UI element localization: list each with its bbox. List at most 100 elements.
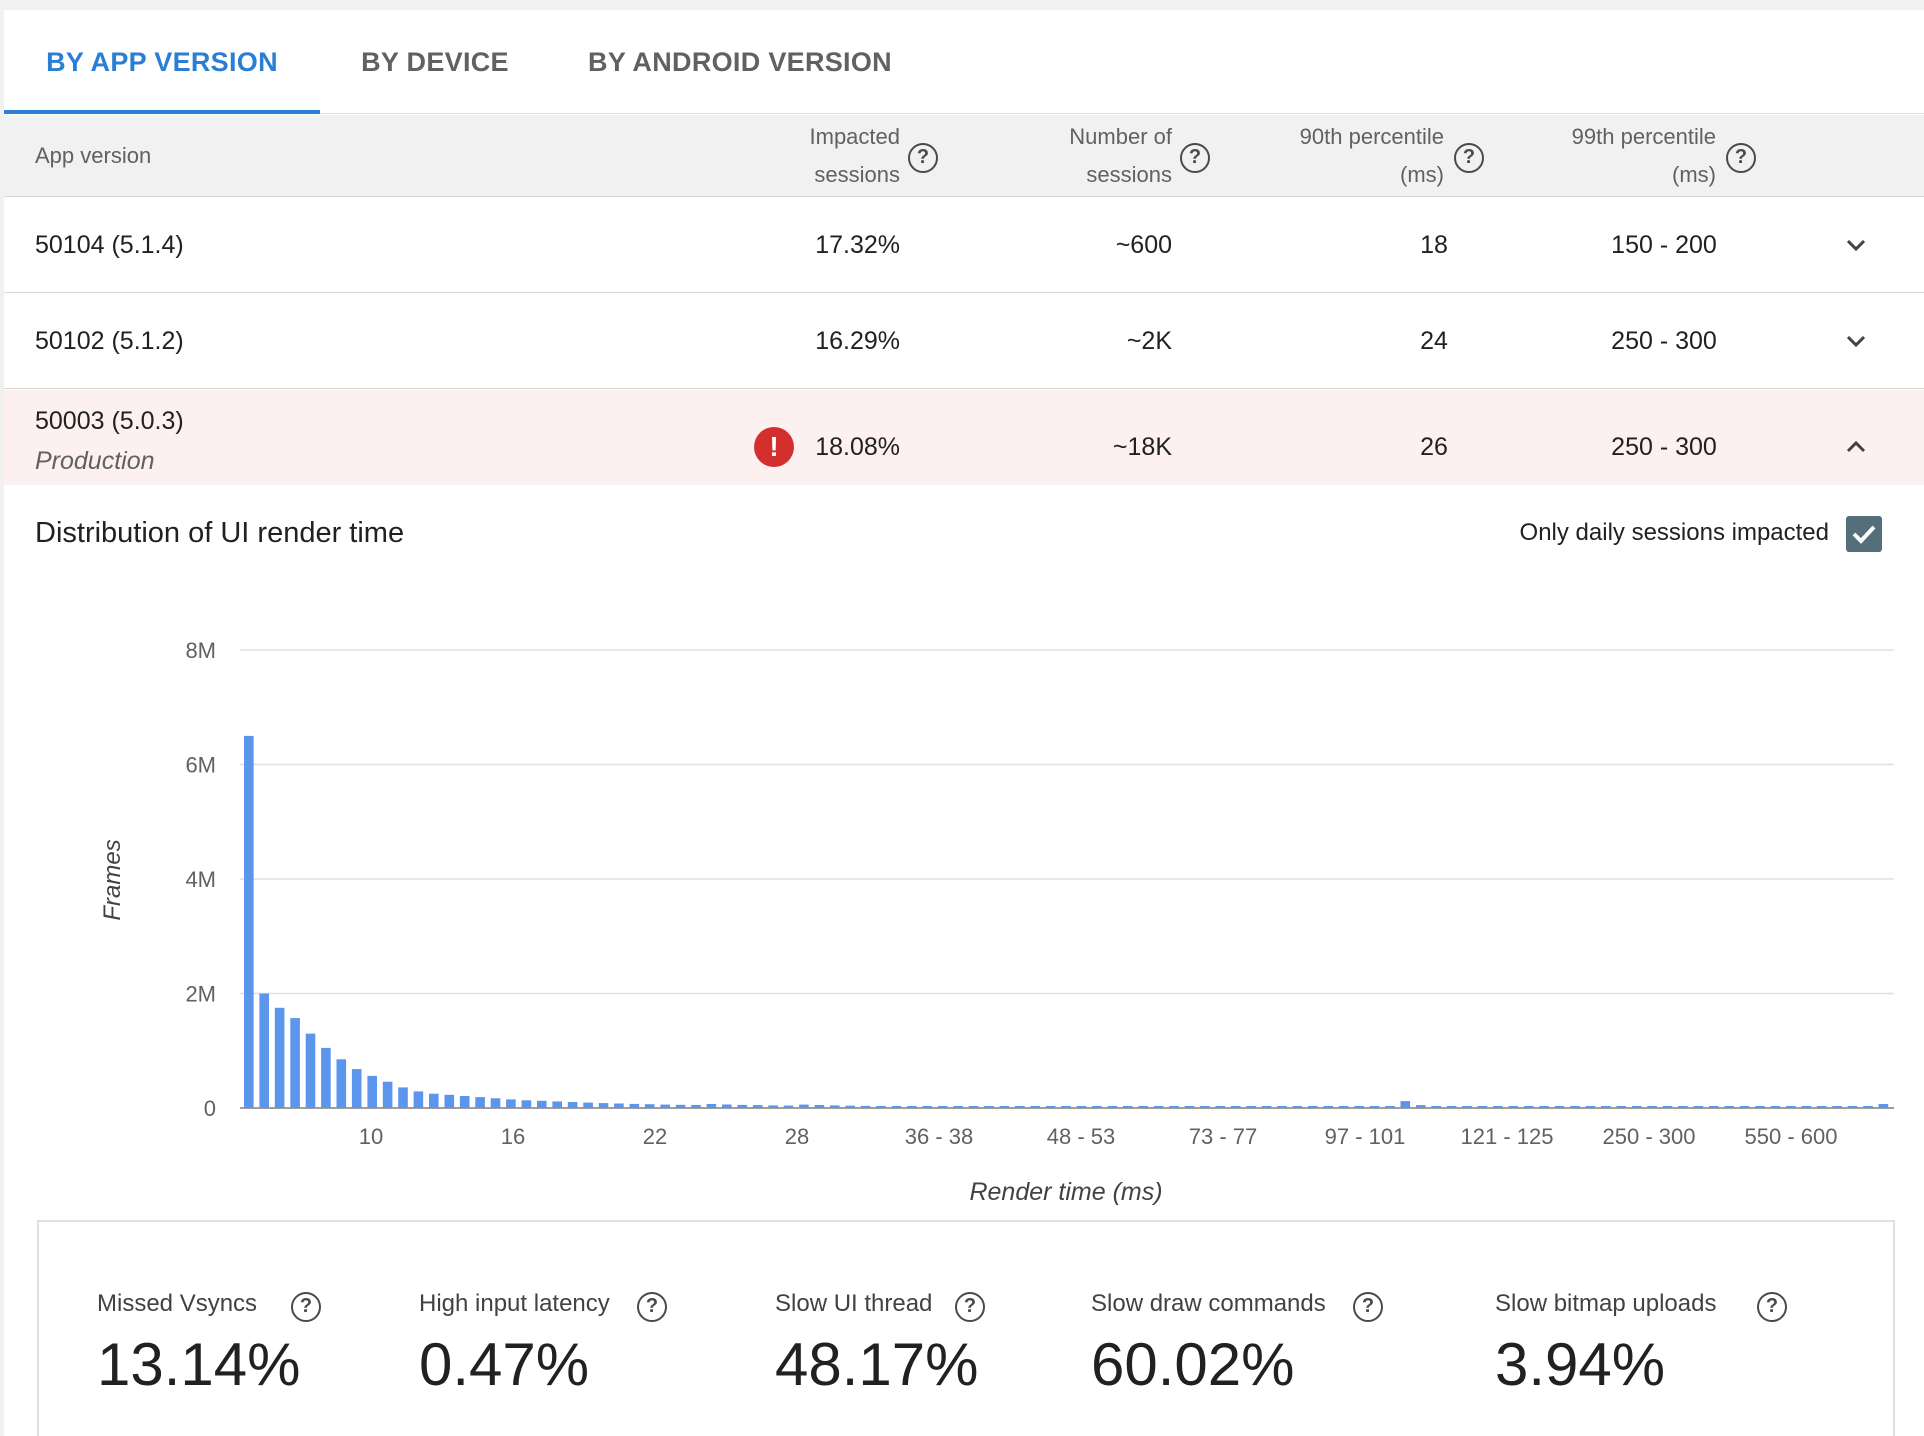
histogram-bar[interactable] (1616, 1106, 1626, 1108)
histogram-bar[interactable] (259, 993, 269, 1109)
histogram-bar[interactable] (244, 735, 254, 1108)
histogram-bar[interactable] (1816, 1106, 1827, 1108)
histogram-bar[interactable] (521, 1100, 532, 1108)
daily-sessions-checkbox-label[interactable]: Only daily sessions impacted (1520, 519, 1829, 547)
histogram-bar[interactable] (1693, 1106, 1704, 1108)
histogram-bar[interactable] (1169, 1106, 1179, 1108)
slow-draw-commands-help-icon[interactable]: ? (1353, 1292, 1383, 1322)
histogram-bar[interactable] (845, 1105, 855, 1108)
header-p90-line2[interactable]: (ms) (1204, 156, 1444, 194)
histogram-bar[interactable] (1015, 1106, 1025, 1108)
histogram-bar[interactable] (968, 1106, 979, 1108)
histogram-bar[interactable] (1153, 1106, 1164, 1108)
histogram-bar[interactable] (675, 1104, 686, 1108)
histogram-bar[interactable] (1045, 1106, 1056, 1108)
histogram-bar[interactable] (506, 1099, 516, 1108)
histogram-bar[interactable] (583, 1102, 593, 1108)
histogram-bar[interactable] (999, 1106, 1010, 1108)
histogram-bar[interactable] (1647, 1106, 1657, 1108)
histogram-bar[interactable] (367, 1075, 377, 1108)
histogram-bar[interactable] (321, 1047, 331, 1108)
tab-by-device[interactable]: BY DEVICE (320, 10, 550, 114)
histogram-bar[interactable] (1770, 1106, 1781, 1108)
histogram-bar[interactable] (567, 1102, 578, 1108)
histogram-bar[interactable] (660, 1104, 670, 1108)
histogram-bar[interactable] (922, 1106, 933, 1108)
histogram-bar[interactable] (1446, 1106, 1457, 1108)
table-row[interactable]: 50104 (5.1.4) 17.32% ~600 18 150 - 200 (4, 198, 1924, 293)
histogram-bar[interactable] (1030, 1106, 1040, 1108)
histogram-bar[interactable] (1092, 1106, 1102, 1108)
histogram-bar[interactable] (1323, 1106, 1333, 1108)
histogram-bar[interactable] (1662, 1106, 1673, 1108)
histogram-bar[interactable] (1755, 1106, 1765, 1108)
histogram-bar[interactable] (1523, 1106, 1534, 1108)
histogram-bar[interactable] (1539, 1106, 1549, 1108)
histogram-bar[interactable] (1631, 1106, 1642, 1108)
header-p99-line1[interactable]: 99th percentile (1474, 118, 1716, 156)
histogram-bar[interactable] (783, 1105, 794, 1108)
histogram-bar[interactable] (1308, 1106, 1318, 1108)
histogram-bar[interactable] (475, 1097, 485, 1108)
histogram-bar[interactable] (752, 1105, 763, 1108)
histogram-bar[interactable] (413, 1091, 424, 1108)
histogram-bar[interactable] (830, 1105, 840, 1108)
histogram-bar[interactable] (1678, 1106, 1688, 1108)
histogram-bar[interactable] (953, 1106, 963, 1108)
histogram-bar[interactable] (876, 1106, 886, 1108)
header-p90-line1[interactable]: 90th percentile (1204, 118, 1444, 156)
histogram-bar[interactable] (907, 1106, 917, 1108)
tab-by-app-version[interactable]: BY APP VERSION (4, 10, 320, 114)
collapse-chevron-up-icon[interactable] (1841, 432, 1871, 462)
histogram-bar[interactable] (305, 1033, 316, 1108)
daily-sessions-checkbox[interactable] (1846, 516, 1882, 552)
histogram-bar[interactable] (860, 1105, 871, 1108)
histogram-bar[interactable] (1354, 1106, 1364, 1108)
histogram-bar[interactable] (1847, 1106, 1858, 1108)
missed-vsyncs-help-icon[interactable]: ? (291, 1292, 321, 1322)
header-p99-line2[interactable]: (ms) (1474, 156, 1716, 194)
histogram-bar[interactable] (1123, 1106, 1133, 1108)
histogram-bar[interactable] (984, 1106, 994, 1108)
histogram-bar[interactable] (1709, 1106, 1719, 1108)
impacted-sessions-help-icon[interactable]: ? (908, 143, 938, 173)
histogram-bar[interactable] (1477, 1106, 1488, 1108)
histogram-bar[interactable] (274, 1007, 285, 1108)
histogram-bar[interactable] (429, 1093, 439, 1108)
histogram-bar[interactable] (814, 1105, 825, 1108)
histogram-bar[interactable] (1554, 1106, 1565, 1108)
histogram-bar[interactable] (1215, 1106, 1226, 1108)
histogram-bar[interactable] (490, 1098, 501, 1108)
histogram-bar[interactable] (382, 1081, 393, 1108)
histogram-bar[interactable] (336, 1059, 347, 1108)
histogram-bar[interactable] (891, 1106, 902, 1108)
histogram-bar[interactable] (1724, 1106, 1734, 1108)
histogram-bar[interactable] (768, 1105, 778, 1108)
histogram-bar[interactable] (1138, 1106, 1148, 1108)
histogram-bar[interactable] (1261, 1106, 1272, 1108)
histogram-bar[interactable] (937, 1106, 948, 1108)
histogram-bar[interactable] (1292, 1106, 1303, 1108)
histogram-bar[interactable] (722, 1104, 732, 1109)
histogram-bar[interactable] (1385, 1106, 1395, 1108)
histogram-bar[interactable] (1585, 1106, 1596, 1108)
header-app-version[interactable]: App version (35, 137, 151, 175)
histogram-bar[interactable] (1061, 1106, 1071, 1108)
histogram-bar[interactable] (1832, 1106, 1842, 1108)
histogram-bar[interactable] (1786, 1106, 1796, 1108)
histogram-bar[interactable] (1369, 1106, 1380, 1108)
histogram-bar[interactable] (1878, 1104, 1889, 1108)
histogram-bar[interactable] (691, 1105, 701, 1108)
histogram-bar[interactable] (459, 1096, 470, 1108)
histogram-bar[interactable] (1416, 1105, 1426, 1108)
histogram-bar[interactable] (1601, 1106, 1611, 1108)
table-row-expanded[interactable]: 50003 (5.0.3) Production ! 18.08% ~18K 2… (4, 390, 1924, 485)
histogram-bar[interactable] (799, 1104, 809, 1108)
histogram-bar[interactable] (537, 1100, 547, 1108)
histogram-bar[interactable] (1508, 1106, 1519, 1108)
histogram-bar[interactable] (1493, 1106, 1503, 1108)
table-row[interactable]: 50102 (5.1.2) 16.29% ~2K 24 250 - 300 (4, 294, 1924, 389)
histogram-bar[interactable] (1863, 1106, 1873, 1108)
histogram-bar[interactable] (1570, 1106, 1580, 1108)
header-number-line1[interactable]: Number of (974, 118, 1172, 156)
